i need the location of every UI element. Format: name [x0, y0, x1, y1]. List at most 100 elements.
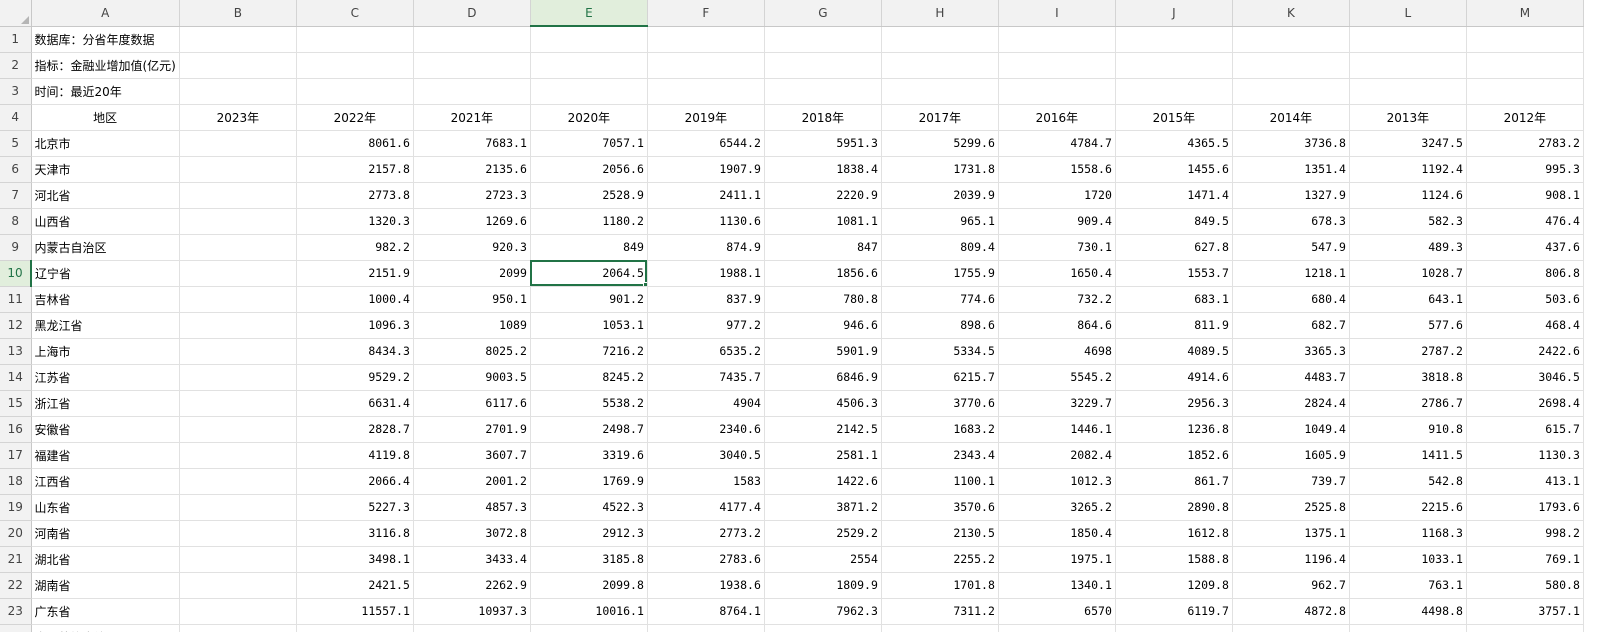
cell-m19[interactable]: 1793.6 — [1466, 494, 1584, 521]
cell-a21[interactable]: 湖北省 — [31, 546, 180, 573]
cell-a14[interactable]: 江苏省 — [31, 364, 180, 391]
cell-l16[interactable]: 910.8 — [1349, 416, 1467, 443]
row-header-12[interactable]: 12 — [0, 312, 32, 339]
column-header-h[interactable]: H — [881, 0, 999, 27]
cell-m1[interactable] — [1466, 26, 1584, 53]
cell-k3[interactable] — [1232, 78, 1350, 105]
cell-i1[interactable] — [998, 26, 1116, 53]
cell-f13[interactable]: 6535.2 — [647, 338, 765, 365]
column-header-i[interactable]: I — [998, 0, 1116, 27]
cell-i3[interactable] — [998, 78, 1116, 105]
cell-e22[interactable]: 2099.8 — [530, 572, 648, 599]
cell-a19[interactable]: 山东省 — [31, 494, 180, 521]
cell-b12[interactable] — [179, 312, 297, 339]
cell-e10[interactable]: 2064.5 — [530, 260, 648, 287]
cell-c23[interactable]: 11557.1 — [296, 598, 414, 625]
cell-m16[interactable]: 615.7 — [1466, 416, 1584, 443]
row-header-19[interactable]: 19 — [0, 494, 32, 521]
cell-e5[interactable]: 7057.1 — [530, 130, 648, 157]
row-header-1[interactable]: 1 — [0, 26, 32, 53]
cell-i18[interactable]: 1012.3 — [998, 468, 1116, 495]
cell-j16[interactable]: 1236.8 — [1115, 416, 1233, 443]
cell-c10[interactable]: 2151.9 — [296, 260, 414, 287]
cell-m20[interactable]: 998.2 — [1466, 520, 1584, 547]
cell-g23[interactable]: 7962.3 — [764, 598, 882, 625]
cell-e2[interactable] — [530, 52, 648, 79]
row-header-20[interactable]: 20 — [0, 520, 32, 547]
cell-b3[interactable] — [179, 78, 297, 105]
cell-l15[interactable]: 2786.7 — [1349, 390, 1467, 417]
cell-m4[interactable]: 2012年 — [1466, 104, 1584, 131]
row-header-10[interactable]: 10 — [0, 260, 32, 287]
cell-g22[interactable]: 1809.9 — [764, 572, 882, 599]
cell-k1[interactable] — [1232, 26, 1350, 53]
cell-f2[interactable] — [647, 52, 765, 79]
cell-d2[interactable] — [413, 52, 531, 79]
cell-e8[interactable]: 1180.2 — [530, 208, 648, 235]
cell-j11[interactable]: 683.1 — [1115, 286, 1233, 313]
cell-m3[interactable] — [1466, 78, 1584, 105]
cell-a17[interactable]: 福建省 — [31, 442, 180, 469]
cell-b8[interactable] — [179, 208, 297, 235]
row-header-23[interactable]: 23 — [0, 598, 32, 625]
cell-b23[interactable] — [179, 598, 297, 625]
cell-b10[interactable] — [179, 260, 297, 287]
cell-c15[interactable]: 6631.4 — [296, 390, 414, 417]
cell-l23[interactable]: 4498.8 — [1349, 598, 1467, 625]
cell-a4[interactable]: 地区 — [31, 104, 180, 131]
cell-g1[interactable] — [764, 26, 882, 53]
cell-e24[interactable]: 1572.9 — [530, 624, 648, 632]
row-header-6[interactable]: 6 — [0, 156, 32, 183]
cell-b5[interactable] — [179, 130, 297, 157]
cell-k10[interactable]: 1218.1 — [1232, 260, 1350, 287]
cell-i24[interactable]: 1110.7 — [998, 624, 1116, 632]
cell-f4[interactable]: 2019年 — [647, 104, 765, 131]
cell-i22[interactable]: 1340.1 — [998, 572, 1116, 599]
cell-f5[interactable]: 6544.2 — [647, 130, 765, 157]
column-header-a[interactable]: A — [31, 0, 180, 27]
cell-g9[interactable]: 847 — [764, 234, 882, 261]
cell-a15[interactable]: 浙江省 — [31, 390, 180, 417]
cell-j14[interactable]: 4914.6 — [1115, 364, 1233, 391]
cell-i9[interactable]: 730.1 — [998, 234, 1116, 261]
cell-b4[interactable]: 2023年 — [179, 104, 297, 131]
cell-g4[interactable]: 2018年 — [764, 104, 882, 131]
cell-a1[interactable]: 数据库：分省年度数据 — [31, 26, 180, 53]
cell-m8[interactable]: 476.4 — [1466, 208, 1584, 235]
cell-m22[interactable]: 580.8 — [1466, 572, 1584, 599]
cell-b13[interactable] — [179, 338, 297, 365]
cell-j12[interactable]: 811.9 — [1115, 312, 1233, 339]
cell-k22[interactable]: 962.7 — [1232, 572, 1350, 599]
row-header-21[interactable]: 21 — [0, 546, 32, 573]
row-header-5[interactable]: 5 — [0, 130, 32, 157]
cell-b20[interactable] — [179, 520, 297, 547]
cell-l6[interactable]: 1192.4 — [1349, 156, 1467, 183]
cell-g17[interactable]: 2581.1 — [764, 442, 882, 469]
cell-c17[interactable]: 4119.8 — [296, 442, 414, 469]
cell-a23[interactable]: 广东省 — [31, 598, 180, 625]
cell-j2[interactable] — [1115, 52, 1233, 79]
column-header-j[interactable]: J — [1115, 0, 1233, 27]
cell-a12[interactable]: 黑龙江省 — [31, 312, 180, 339]
cell-k20[interactable]: 1375.1 — [1232, 520, 1350, 547]
cell-c16[interactable]: 2828.7 — [296, 416, 414, 443]
cell-f7[interactable]: 2411.1 — [647, 182, 765, 209]
cell-c4[interactable]: 2022年 — [296, 104, 414, 131]
cell-c18[interactable]: 2066.4 — [296, 468, 414, 495]
cell-d7[interactable]: 2723.3 — [413, 182, 531, 209]
cell-h5[interactable]: 5299.6 — [881, 130, 999, 157]
cell-l11[interactable]: 643.1 — [1349, 286, 1467, 313]
cell-b2[interactable] — [179, 52, 297, 79]
cell-j20[interactable]: 1612.8 — [1115, 520, 1233, 547]
cell-h11[interactable]: 774.6 — [881, 286, 999, 313]
cell-a3[interactable]: 时间：最近20年 — [31, 78, 180, 105]
cell-h21[interactable]: 2255.2 — [881, 546, 999, 573]
cell-g13[interactable]: 5901.9 — [764, 338, 882, 365]
cell-i4[interactable]: 2016年 — [998, 104, 1116, 131]
cell-f11[interactable]: 837.9 — [647, 286, 765, 313]
row-header-24[interactable]: 24 — [0, 624, 32, 632]
cell-e19[interactable]: 4522.3 — [530, 494, 648, 521]
row-header-17[interactable]: 17 — [0, 442, 32, 469]
cell-a8[interactable]: 山西省 — [31, 208, 180, 235]
cell-i16[interactable]: 1446.1 — [998, 416, 1116, 443]
